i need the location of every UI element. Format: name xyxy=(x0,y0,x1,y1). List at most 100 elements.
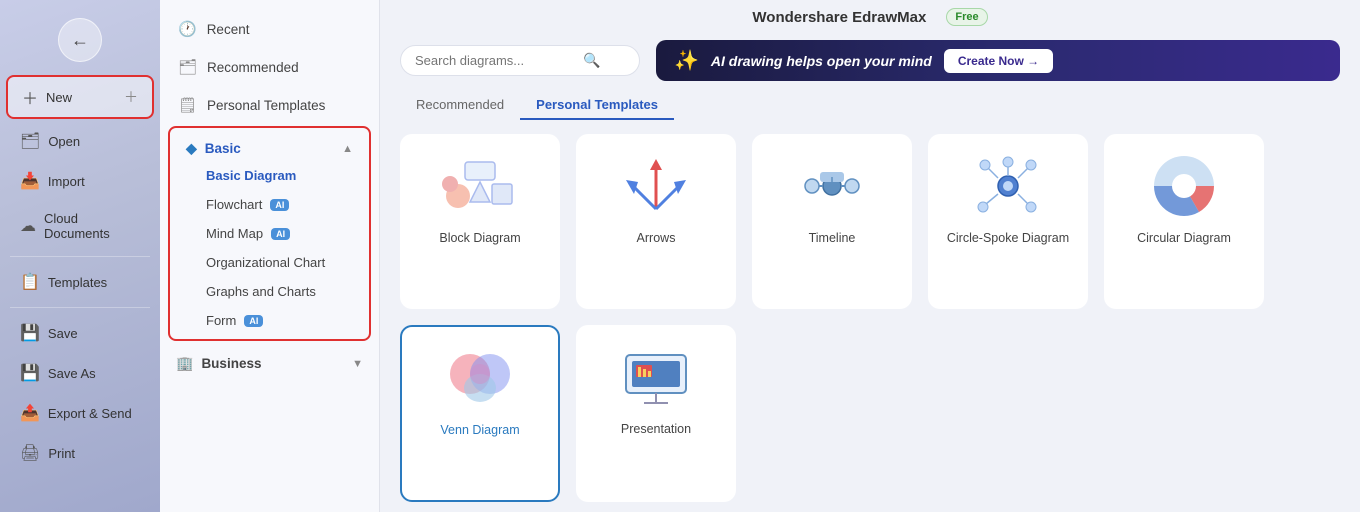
search-input[interactable] xyxy=(415,53,575,68)
sidebar-item-save-label: Save xyxy=(48,326,78,341)
middle-nav-personal[interactable]: 🗒 Personal Templates xyxy=(160,86,379,124)
business-section: 🏢 Business ▼ xyxy=(160,343,379,384)
basic-section: ◆ Basic ▲ Basic Diagram Flowchart AI Min… xyxy=(168,126,371,341)
middle-nav-personal-label: Personal Templates xyxy=(207,98,325,113)
recent-icon: 🕐 xyxy=(178,20,197,38)
business-section-title: Business xyxy=(201,356,261,371)
sidebar-divider-1 xyxy=(10,256,150,257)
middle-nav-recent-label: Recent xyxy=(207,22,250,37)
print-icon: 🖨 xyxy=(20,443,40,463)
timeline-image xyxy=(792,151,872,221)
sub-item-flowchart-label: Flowchart xyxy=(206,197,262,212)
middle-panel: 🕐 Recent 🗂 Recommended 🗒 Personal Templa… xyxy=(160,0,380,512)
business-section-header[interactable]: 🏢 Business ▼ xyxy=(160,347,379,380)
circle-spoke-label: Circle-Spoke Diagram xyxy=(947,231,1069,245)
add-icon: ＋ xyxy=(124,87,138,107)
sub-item-mindmap[interactable]: Mind Map AI xyxy=(170,219,369,248)
sub-item-graphs[interactable]: Graphs and Charts xyxy=(170,277,369,306)
plus-icon: ＋ xyxy=(22,85,38,109)
top-bar: Wondershare EdrawMax Free xyxy=(380,0,1360,34)
sidebar-item-saveas-label: Save As xyxy=(48,366,96,381)
chevron-down-icon: ▼ xyxy=(352,358,363,370)
sidebar-divider-2 xyxy=(10,307,150,308)
sidebar-item-templates[interactable]: 📋 Templates xyxy=(6,264,154,300)
sidebar: ← ＋ New ＋ 🗂 Open 📥 Import ☁ Cloud Docume… xyxy=(0,0,160,512)
sub-item-form[interactable]: Form AI xyxy=(170,306,369,335)
block-diagram-image xyxy=(440,151,520,221)
middle-nav-recommended-label: Recommended xyxy=(207,60,299,75)
venn-image xyxy=(440,343,520,413)
arrows-label: Arrows xyxy=(637,231,676,245)
presentation-image xyxy=(616,342,696,412)
open-icon: 🗂 xyxy=(20,131,40,151)
circular-label: Circular Diagram xyxy=(1137,231,1231,245)
sub-item-mindmap-label: Mind Map xyxy=(206,226,263,241)
main-content: Wondershare EdrawMax Free 🔍 ✨ AI drawing… xyxy=(380,0,1360,512)
diagram-card-venn[interactable]: Venn Diagram xyxy=(400,325,560,502)
sidebar-item-cloud[interactable]: ☁ Cloud Documents xyxy=(6,203,154,249)
search-icon: 🔍 xyxy=(583,52,600,69)
sub-item-orgchart[interactable]: Organizational Chart xyxy=(170,248,369,277)
sidebar-item-open-label: Open xyxy=(48,134,80,149)
tab-personal[interactable]: Personal Templates xyxy=(520,91,674,120)
sidebar-item-print[interactable]: 🖨 Print xyxy=(6,435,154,471)
mindmap-ai-badge: AI xyxy=(271,228,290,240)
middle-nav-recommended[interactable]: 🗂 Recommended xyxy=(160,48,379,86)
circle-spoke-image xyxy=(968,151,1048,221)
nav-tabs: Recommended Personal Templates xyxy=(380,91,1360,120)
business-icon: 🏢 xyxy=(176,355,193,372)
sidebar-item-new[interactable]: ＋ New ＋ xyxy=(6,75,154,119)
templates-icon: 📋 xyxy=(20,272,40,292)
diagram-grid: Block Diagram Arrows xyxy=(380,124,1360,512)
diagram-card-circle-spoke[interactable]: Circle-Spoke Diagram xyxy=(928,134,1088,309)
cloud-icon: ☁ xyxy=(20,216,36,236)
diamond-icon: ◆ xyxy=(186,140,197,157)
sidebar-item-print-label: Print xyxy=(48,446,75,461)
basic-section-title: Basic xyxy=(205,141,241,156)
sidebar-item-save[interactable]: 💾 Save xyxy=(6,315,154,351)
block-diagram-label: Block Diagram xyxy=(439,231,520,245)
flowchart-ai-badge: AI xyxy=(270,199,289,211)
search-box[interactable]: 🔍 xyxy=(400,45,640,76)
saveas-icon: 💾 xyxy=(20,363,40,383)
free-badge: Free xyxy=(946,8,987,26)
sub-item-basic-diagram[interactable]: Basic Diagram xyxy=(170,161,369,190)
chevron-up-icon: ▲ xyxy=(342,143,353,155)
sub-item-form-label: Form xyxy=(206,313,236,328)
venn-label: Venn Diagram xyxy=(440,423,519,437)
sidebar-item-saveas[interactable]: 💾 Save As xyxy=(6,355,154,391)
sidebar-item-import-label: Import xyxy=(48,174,85,189)
diagram-card-block[interactable]: Block Diagram xyxy=(400,134,560,309)
ai-create-button[interactable]: Create Now → xyxy=(944,49,1053,73)
ai-banner: ✨ AI drawing helps open your mind Create… xyxy=(656,40,1340,81)
sidebar-item-import[interactable]: 📥 Import xyxy=(6,163,154,199)
search-bar-row: 🔍 ✨ AI drawing helps open your mind Crea… xyxy=(380,34,1360,91)
presentation-label: Presentation xyxy=(621,422,691,436)
personal-icon: 🗒 xyxy=(178,96,197,114)
sidebar-item-cloud-label: Cloud Documents xyxy=(44,211,140,241)
save-icon: 💾 xyxy=(20,323,40,343)
sidebar-item-open[interactable]: 🗂 Open xyxy=(6,123,154,159)
basic-section-header[interactable]: ◆ Basic ▲ xyxy=(170,132,369,161)
diagram-card-timeline[interactable]: Timeline xyxy=(752,134,912,309)
timeline-label: Timeline xyxy=(809,231,856,245)
sidebar-item-new-label: New xyxy=(46,90,72,105)
diagram-card-arrows[interactable]: Arrows xyxy=(576,134,736,309)
sub-item-basic-diagram-label: Basic Diagram xyxy=(206,168,296,183)
sub-item-flowchart[interactable]: Flowchart AI xyxy=(170,190,369,219)
import-icon: 📥 xyxy=(20,171,40,191)
sub-item-graphs-label: Graphs and Charts xyxy=(206,284,316,299)
middle-nav-recent[interactable]: 🕐 Recent xyxy=(160,10,379,48)
sidebar-item-templates-label: Templates xyxy=(48,275,107,290)
back-button[interactable]: ← xyxy=(58,18,102,62)
sidebar-item-export[interactable]: 📤 Export & Send xyxy=(6,395,154,431)
circular-image xyxy=(1144,151,1224,221)
form-ai-badge: AI xyxy=(244,315,263,327)
sub-item-orgchart-label: Organizational Chart xyxy=(206,255,325,270)
arrows-image xyxy=(616,151,696,221)
tab-recommended[interactable]: Recommended xyxy=(400,91,520,120)
export-icon: 📤 xyxy=(20,403,40,423)
diagram-card-presentation[interactable]: Presentation xyxy=(576,325,736,502)
recommended-icon: 🗂 xyxy=(178,58,197,76)
diagram-card-circular[interactable]: Circular Diagram xyxy=(1104,134,1264,309)
